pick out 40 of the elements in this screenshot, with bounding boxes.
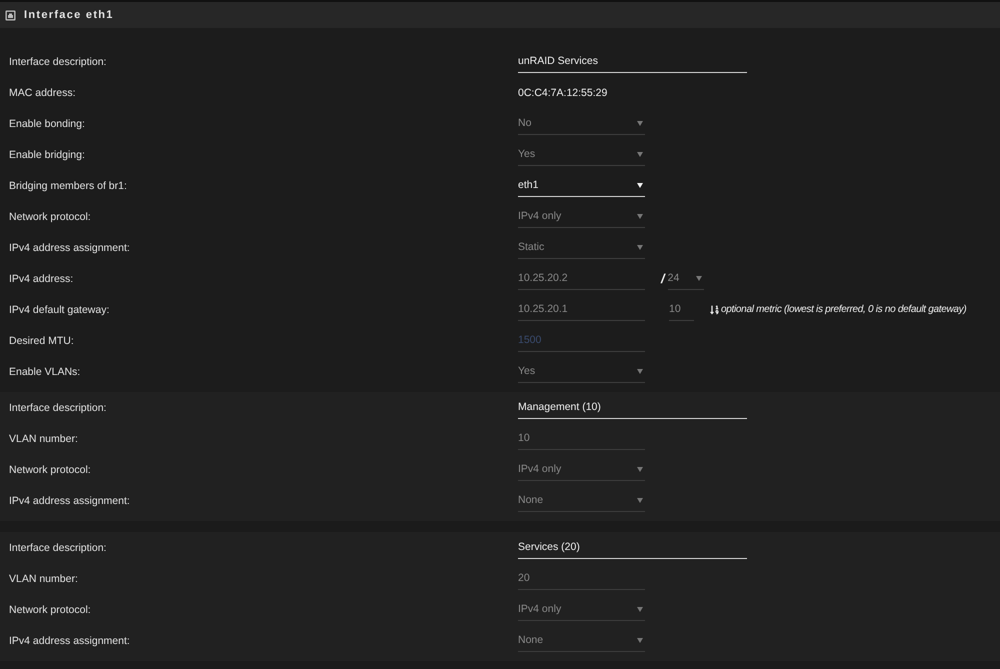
caret-icon bbox=[637, 244, 643, 250]
field-label: Enable bonding: bbox=[9, 118, 85, 130]
value-text: 0C:C4:7A:12:55:29 bbox=[518, 86, 608, 98]
field-label: Interface description: bbox=[9, 56, 106, 68]
caret-icon bbox=[637, 368, 643, 374]
ethernet-port-icon bbox=[5, 10, 16, 20]
sort-numeric-icon bbox=[710, 304, 719, 314]
field-label: Enable bridging: bbox=[9, 148, 85, 160]
caret-icon bbox=[696, 276, 702, 280]
caret-icon bbox=[637, 120, 643, 126]
field-label: Network protocol: bbox=[9, 210, 91, 222]
field-label: Interface description: bbox=[9, 402, 106, 414]
text-field[interactable]: Services (20) bbox=[518, 536, 747, 558]
panel-title: Interface eth1 bbox=[24, 9, 114, 21]
caret-icon bbox=[637, 214, 643, 218]
field-label: VLAN number: bbox=[9, 572, 78, 584]
caret-icon bbox=[637, 638, 643, 642]
field-label: IPv4 address: bbox=[9, 272, 74, 284]
dropdown-select[interactable]: eth1 bbox=[518, 174, 645, 196]
field-label: VLAN number: bbox=[9, 432, 78, 444]
caret-icon bbox=[637, 152, 643, 156]
field-label: IPv4 address assignment: bbox=[9, 242, 130, 254]
caret-icon bbox=[637, 182, 643, 188]
caret-icon bbox=[637, 606, 643, 612]
field-label: MAC address: bbox=[9, 86, 76, 98]
field-label: Desired MTU: bbox=[9, 334, 74, 346]
field-label: Network protocol: bbox=[9, 464, 91, 476]
metric-hint-text: optional metric (lowest is preferred, 0 is no default gateway) bbox=[721, 304, 966, 315]
text-field[interactable]: unRAID Services bbox=[518, 50, 747, 72]
field-label: Network protocol: bbox=[9, 604, 91, 616]
field-label: IPv4 address assignment: bbox=[9, 494, 130, 506]
field-label: Enable VLANs: bbox=[9, 366, 80, 378]
field-label: Bridging members of br1: bbox=[9, 180, 127, 192]
caret-icon bbox=[637, 498, 643, 502]
text-field[interactable]: Management (10) bbox=[518, 396, 747, 418]
caret-icon bbox=[637, 466, 643, 472]
field-label: IPv4 default gateway: bbox=[9, 304, 110, 316]
field-label: Interface description: bbox=[9, 542, 106, 554]
field-label: IPv4 address assignment: bbox=[9, 634, 130, 646]
slash-separator: / bbox=[661, 271, 665, 286]
